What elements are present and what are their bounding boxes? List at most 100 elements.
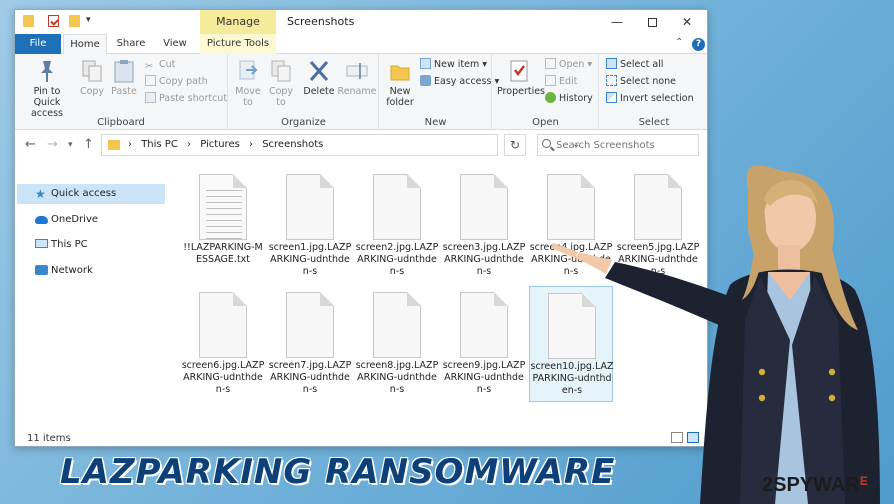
nav-item-this-pc[interactable]: This PC (17, 235, 165, 255)
file-name: screen5.jpg.LAZPARKING-udnthden-s (616, 242, 700, 277)
tab-share[interactable]: Share (111, 34, 151, 54)
pin-icon (35, 58, 59, 84)
new-folder-button[interactable]: New folder (384, 58, 416, 108)
copy-button[interactable]: Copy (77, 58, 107, 97)
select-group-label: Select (638, 117, 670, 128)
file-item[interactable]: screen3.jpg.LAZPARKING-udnthden-s (442, 168, 526, 284)
file-name: screen1.jpg.LAZPARKING-udnthden-s (268, 242, 352, 277)
history-button[interactable]: History (545, 92, 593, 106)
file-name: screen9.jpg.LAZPARKING-udnthden-s (442, 360, 526, 395)
properties-icon (507, 58, 531, 84)
breadcrumb-pictures[interactable]: Pictures (200, 139, 240, 150)
select-all-button[interactable]: Select all (606, 58, 663, 72)
file-item[interactable]: screen8.jpg.LAZPARKING-udnthden-s (355, 286, 439, 402)
rename-button[interactable]: Rename (337, 58, 377, 97)
new-folder-label: New folder (386, 86, 414, 108)
maximize-icon (647, 18, 657, 27)
properties-check-icon[interactable] (48, 15, 59, 27)
cut-button[interactable]: ✂ Cut (145, 58, 175, 72)
address-bar[interactable]: › This PC › Pictures › Screenshots ⌄ (101, 134, 580, 156)
select-none-button[interactable]: Select none (606, 75, 676, 89)
folder-icon (108, 140, 120, 150)
clipboard-group-label: Clipboard (97, 117, 145, 128)
copy-label: Copy (79, 86, 105, 97)
breadcrumb-separator-icon: › (249, 139, 253, 150)
up-arrow-icon[interactable]: ↑ (83, 137, 94, 152)
logo-prefix: 2 (762, 474, 774, 496)
breadcrumb-this-pc[interactable]: This PC (141, 139, 178, 150)
nav-item-network[interactable]: Network (17, 261, 165, 281)
properties-button[interactable]: Properties (497, 58, 545, 97)
new-item-button[interactable]: New item ▾ (420, 58, 487, 72)
nav-item-quick-access[interactable]: ★ Quick access (17, 184, 165, 204)
forward-arrow-icon[interactable]: → (47, 137, 58, 152)
folder-icon[interactable] (23, 15, 34, 27)
help-icon[interactable]: ? (692, 38, 705, 51)
new-folder-icon[interactable] (69, 15, 80, 27)
cut-label: Cut (159, 59, 176, 70)
file-name: screen2.jpg.LAZPARKING-udnthden-s (355, 242, 439, 277)
file-item[interactable]: screen2.jpg.LAZPARKING-udnthden-s (355, 168, 439, 284)
file-name: screen10.jpg.LAZPARKING-udnthden-s (530, 361, 614, 396)
pin-label: Pin to Quick access (30, 86, 63, 119)
move-to-button[interactable]: Move to (233, 58, 263, 108)
blank-file-icon (286, 292, 334, 358)
copy-path-button[interactable]: Copy path (145, 75, 208, 89)
file-item[interactable]: screen4.jpg.LAZPARKING-udnthden-s (529, 168, 613, 284)
quick-access-toolbar-dropdown-icon[interactable]: ▾ (86, 15, 91, 25)
copy-to-button[interactable]: Copy to (265, 58, 297, 108)
file-item[interactable]: screen7.jpg.LAZPARKING-udnthden-s (268, 286, 352, 402)
details-view-icon[interactable] (671, 432, 683, 443)
paste-shortcut-icon (145, 92, 156, 103)
blank-file-icon (548, 293, 596, 359)
paste-shortcut-button[interactable]: Paste shortcut (145, 92, 227, 106)
close-button[interactable]: ✕ (670, 10, 704, 34)
new-item-label: New item (434, 59, 480, 70)
collapse-ribbon-icon[interactable]: ⌃ (675, 37, 683, 48)
paste-button[interactable]: Paste (109, 58, 139, 97)
blank-file-icon (373, 174, 421, 240)
file-item[interactable]: screen6.jpg.LAZPARKING-udnthden-s (181, 286, 265, 402)
invert-selection-button[interactable]: Invert selection (606, 92, 694, 106)
edit-button[interactable]: Edit (545, 75, 577, 89)
easy-access-label: Easy access (434, 76, 492, 87)
delete-label: Delete (303, 86, 335, 97)
file-item[interactable]: screen5.jpg.LAZPARKING-udnthden-s (616, 168, 700, 284)
delete-button[interactable]: Delete (303, 58, 335, 97)
open-label: Open (559, 59, 585, 70)
tab-picture-tools[interactable]: Picture Tools (200, 34, 276, 54)
search-box[interactable] (537, 134, 699, 156)
search-input[interactable] (556, 135, 696, 155)
pin-to-quick-access-button[interactable]: Pin to Quick access (19, 58, 75, 119)
file-item[interactable]: screen1.jpg.LAZPARKING-udnthden-s (268, 168, 352, 284)
select-none-icon (606, 75, 617, 86)
recent-locations-chevron-icon[interactable]: ▾ (68, 140, 73, 150)
tab-view[interactable]: View (155, 34, 195, 54)
tab-home[interactable]: Home (63, 34, 107, 54)
maximize-button[interactable] (635, 10, 669, 34)
blank-file-icon (460, 174, 508, 240)
history-icon (545, 92, 556, 103)
open-button[interactable]: Open ▾ (545, 58, 592, 72)
file-name: screen6.jpg.LAZPARKING-udnthden-s (181, 360, 265, 395)
file-item[interactable]: screen9.jpg.LAZPARKING-udnthden-s (442, 286, 526, 402)
item-count: 11 items (27, 433, 71, 444)
nav-item-label: OneDrive (51, 214, 99, 225)
minimize-button[interactable]: — (600, 10, 634, 34)
large-icons-view-icon[interactable] (687, 432, 699, 443)
file-item[interactable]: !!LAZPARKING-MESSAGE.txt (181, 168, 265, 284)
scissors-icon: ✂ (145, 61, 153, 72)
blank-file-icon (547, 174, 595, 240)
nav-item-onedrive[interactable]: OneDrive (17, 210, 165, 230)
breadcrumb-screenshots[interactable]: Screenshots (262, 139, 323, 150)
file-item-selected[interactable]: screen10.jpg.LAZPARKING-udnthden-s (529, 286, 613, 402)
easy-access-button[interactable]: Easy access ▾ (420, 75, 499, 89)
banner-title: LAZPARKING RANSOMWARE (60, 452, 616, 492)
back-arrow-icon[interactable]: ← (25, 137, 36, 152)
search-icon (542, 139, 551, 148)
copy-to-label: Copy to (268, 86, 294, 108)
logo-suffix: E (859, 474, 868, 488)
tab-file[interactable]: File (15, 34, 61, 54)
refresh-button[interactable]: ↻ (504, 134, 526, 156)
navigation-pane: ★ Quick access OneDrive This PC Network (15, 162, 167, 420)
